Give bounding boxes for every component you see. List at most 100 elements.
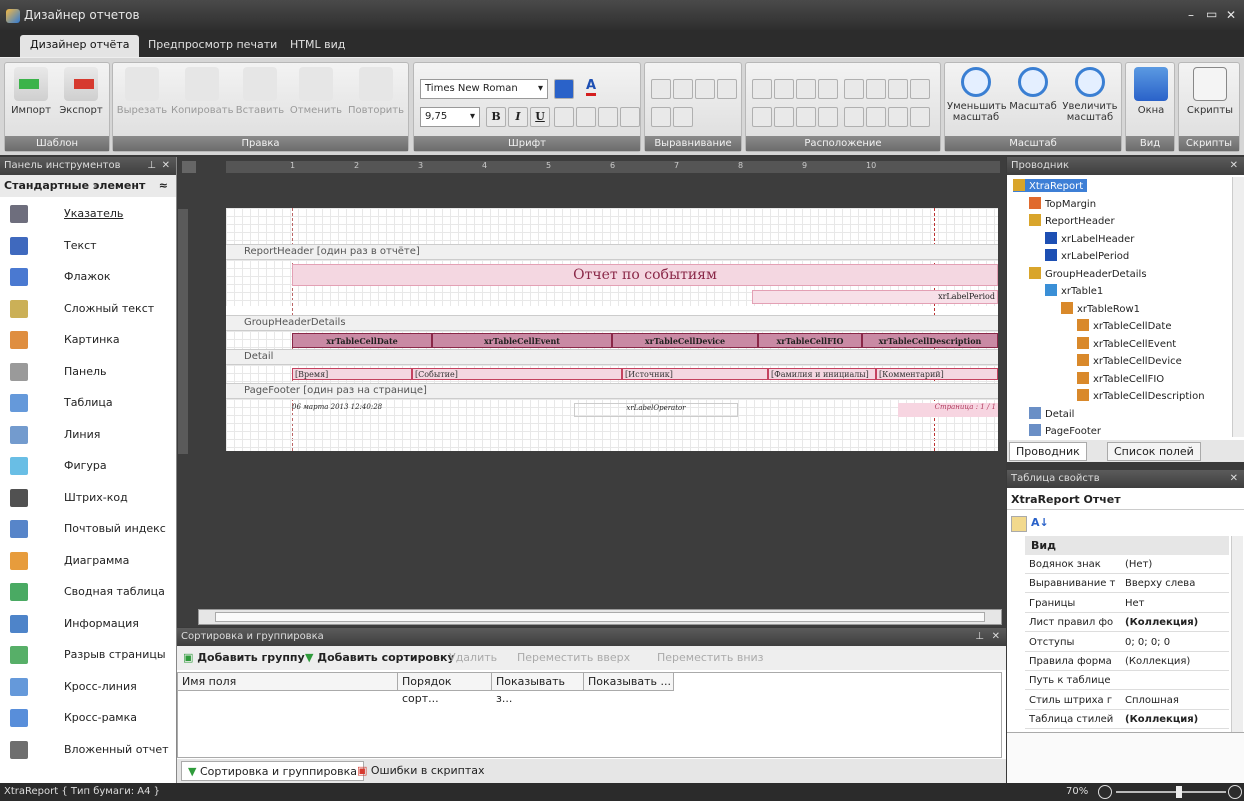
table-detail-cell[interactable]: [Фамилия и инициалы] — [768, 368, 876, 380]
size-to-grid-button[interactable] — [818, 79, 838, 99]
zoom-out-button[interactable]: Уменьшить масштаб — [947, 67, 1007, 123]
italic-button[interactable]: I — [508, 107, 528, 127]
toolbox-item-table[interactable]: Таблица — [0, 388, 177, 418]
tree-node[interactable]: Detail — [1029, 406, 1074, 420]
property-row[interactable]: Стиль штриха г Сплошная — [1025, 691, 1229, 710]
paste-button[interactable]: Вставить — [233, 67, 287, 116]
minimize-button[interactable]: – — [1188, 8, 1194, 22]
categorized-button[interactable] — [1011, 516, 1027, 532]
toolbox-item-zipcode[interactable]: Почтовый индекс — [0, 514, 177, 544]
underline-button[interactable]: U — [530, 107, 550, 127]
tab-designer[interactable]: Дизайнер отчёта — [20, 35, 140, 57]
close-icon[interactable]: ✕ — [162, 157, 170, 175]
table-header-cell[interactable]: xrTableCellEvent — [432, 333, 612, 348]
property-row[interactable]: Границы Нет — [1025, 594, 1229, 613]
footer-date-label[interactable]: 06 марта 2013 12:40:28 — [292, 403, 442, 411]
toolbox-item-barcode[interactable]: Штрих-код — [0, 483, 177, 513]
property-row[interactable]: Отступы 0; 0; 0; 0 — [1025, 633, 1229, 652]
property-row[interactable]: Таблица стилей (Коллекция) — [1025, 710, 1229, 730]
toolbox-item-shape[interactable]: Фигура — [0, 451, 177, 481]
property-value[interactable]: Вверху слева — [1125, 574, 1195, 593]
zoom-in-button[interactable]: Увеличить масштаб — [1061, 67, 1119, 123]
font-name-select[interactable]: Times New Roman ▾ — [420, 79, 548, 99]
property-row[interactable]: Правила форма (Коллекция) — [1025, 652, 1229, 671]
zoom-slider-thumb[interactable] — [1176, 786, 1182, 798]
property-row[interactable]: Путь к таблице — [1025, 671, 1229, 691]
undo-button[interactable]: Отменить — [287, 67, 345, 116]
tab-html[interactable]: HTML вид — [280, 35, 355, 57]
import-button[interactable]: Импорт — [7, 67, 55, 116]
band-report-header[interactable]: ReportHeader [один раз в отчёте] — [226, 244, 998, 260]
toolbox-item-chart[interactable]: Диаграмма — [0, 546, 177, 576]
detail-area[interactable]: [Время] [Событие] [Источник] [Фамилия и ини… — [226, 365, 998, 383]
scripts-button[interactable]: Скрипты — [1183, 67, 1237, 116]
hspacing-decrease-button[interactable] — [888, 79, 908, 99]
redo-button[interactable]: Повторить — [345, 67, 407, 116]
tree-node[interactable]: ReportHeader — [1029, 214, 1115, 227]
table-header-cell[interactable]: xrTableCellDescription — [862, 333, 998, 348]
move-up-button[interactable]: Переместить вверх — [517, 651, 630, 664]
same-size-button[interactable] — [796, 79, 816, 99]
col-field-name[interactable]: Имя поля — [178, 673, 398, 691]
col-show-header[interactable]: Показывать з... — [492, 673, 584, 705]
zoom-in-status-icon[interactable] — [1228, 785, 1242, 799]
vspacing-make-equal-button[interactable] — [752, 107, 772, 127]
align-left-button[interactable] — [554, 107, 574, 127]
maximize-button[interactable]: ▭ — [1206, 7, 1217, 21]
table-detail-cell[interactable]: [Комментарий] — [876, 368, 998, 380]
toolbox-item-crossbox[interactable]: Кросс-рамка — [0, 703, 177, 733]
cut-button[interactable]: Вырезать — [113, 67, 171, 116]
delete-button[interactable]: Удалить — [449, 651, 497, 664]
close-icon[interactable]: ✕ — [1230, 470, 1238, 488]
table-detail-cell[interactable]: [Время] — [292, 368, 412, 380]
tree-node[interactable]: xrTable1 — [1045, 284, 1103, 297]
tree-node[interactable]: xrTableCellDevice — [1077, 354, 1182, 367]
tree-node[interactable]: PageFooter — [1029, 424, 1101, 437]
zoom-button[interactable]: Масштаб — [1007, 67, 1059, 112]
property-value[interactable]: (Коллекция) — [1125, 710, 1198, 729]
align-grid-button[interactable] — [651, 79, 671, 99]
tree-node[interactable]: GroupHeaderDetails — [1029, 266, 1147, 280]
vspacing-increase-button[interactable] — [774, 107, 794, 127]
same-width-button[interactable] — [752, 79, 772, 99]
scroll-thumb[interactable] — [215, 612, 985, 622]
tab-field-list[interactable]: Список полей — [1107, 442, 1201, 461]
top-margin[interactable] — [226, 208, 998, 244]
font-size-select[interactable]: 9,75 ▾ — [420, 107, 480, 127]
property-value[interactable]: (Коллекция) — [1125, 613, 1198, 632]
property-row[interactable]: Лист правил фо (Коллекция) — [1025, 613, 1229, 633]
property-value[interactable]: Нет — [1125, 594, 1145, 613]
horizontal-scrollbar[interactable] — [198, 609, 1002, 625]
report-header-area[interactable]: Отчет по событиям xrLabelPeriod — [226, 260, 998, 306]
property-value[interactable]: 0; 0; 0; 0 — [1125, 633, 1170, 652]
align-rights-button[interactable] — [717, 79, 737, 99]
pin-icon[interactable]: ⊥ — [975, 628, 984, 646]
toolbox-item-pagebreak[interactable]: Разрыв страницы — [0, 640, 177, 670]
toolbox-item-info[interactable]: Информация — [0, 609, 177, 639]
close-icon[interactable]: ✕ — [992, 628, 1000, 646]
hspacing-make-equal-button[interactable] — [844, 79, 864, 99]
tree-node[interactable]: TopMargin — [1029, 196, 1096, 210]
tab-preview[interactable]: Предпросмотр печати — [138, 35, 287, 57]
category-header[interactable]: Вид — [1025, 536, 1229, 555]
table-header-cell[interactable]: xrTableCellDevice — [612, 333, 758, 348]
table-detail-cell[interactable]: [Источник] — [622, 368, 768, 380]
zoom-out-status-icon[interactable] — [1098, 785, 1112, 799]
alphabetical-button[interactable]: A↓ — [1031, 516, 1049, 529]
band-group-header[interactable]: GroupHeaderDetails — [226, 315, 998, 331]
center-vertically-button[interactable] — [866, 107, 886, 127]
toolbox-item-line[interactable]: Линия — [0, 420, 177, 450]
footer-page-label[interactable]: Страница : 1 / 1 — [898, 403, 998, 417]
toolbox-item-panel[interactable]: Панель — [0, 357, 177, 387]
property-row[interactable]: Выравнивание т Вверху слева — [1025, 574, 1229, 594]
vspacing-remove-button[interactable] — [818, 107, 838, 127]
tab-explorer[interactable]: Проводник — [1009, 442, 1087, 461]
toolbox-item-subreport[interactable]: Вложенный отчет — [0, 735, 177, 765]
toolbox-group-header[interactable]: Стандартные элемент ≈ — [0, 175, 176, 197]
close-button[interactable]: ✕ — [1226, 8, 1236, 22]
tree-node[interactable]: xrTableCellDescription — [1077, 389, 1205, 402]
tree-node[interactable]: xrTableCellFIO — [1077, 371, 1164, 385]
tree-node[interactable]: xrLabelHeader — [1045, 231, 1134, 245]
property-row[interactable]: Водянок знак (Нет) — [1025, 555, 1229, 574]
period-label[interactable]: xrLabelPeriod — [752, 290, 998, 304]
